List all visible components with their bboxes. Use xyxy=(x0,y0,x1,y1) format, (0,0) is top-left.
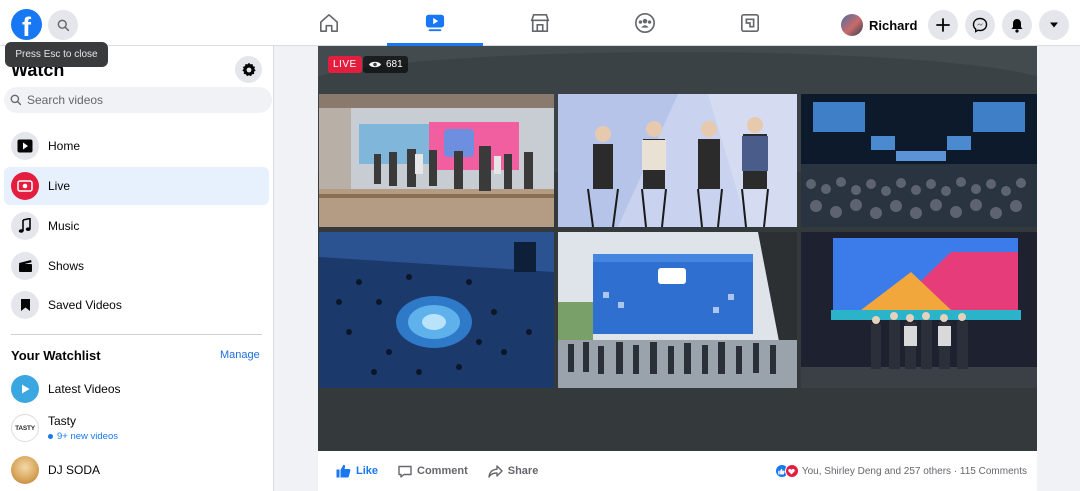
sidebar-item-label: Shows xyxy=(48,259,85,273)
plus-icon xyxy=(936,18,950,32)
new-videos-count-text: 9+ new videos xyxy=(57,431,118,442)
profile-name: Richard xyxy=(869,17,918,33)
nav-tab-home[interactable] xyxy=(281,0,377,46)
nav-tab-gaming[interactable] xyxy=(702,0,798,46)
watchlist-title: Your Watchlist xyxy=(11,348,101,363)
bookmark-icon xyxy=(11,291,39,319)
play-circle-icon xyxy=(11,375,39,403)
reaction-summary[interactable]: You, Shirley Deng and 257 others · 115 C… xyxy=(774,451,1027,491)
sidebar-item-label: Saved Videos xyxy=(48,298,122,312)
account-menu-button[interactable] xyxy=(1039,10,1069,40)
tasty-avatar: TASTY xyxy=(11,414,39,442)
dj-soda-avatar xyxy=(11,456,39,484)
watchlist-name: Latest Videos xyxy=(48,382,121,396)
facebook-logo[interactable]: f xyxy=(11,9,42,40)
like-button[interactable]: Like xyxy=(336,464,378,478)
video-tile-hackathon xyxy=(801,232,1037,388)
sidebar-item-label: Music xyxy=(48,219,80,233)
marketplace-icon xyxy=(530,14,550,32)
watch-settings-button[interactable] xyxy=(235,56,262,83)
watchlist-item-tasty[interactable]: TASTY Tasty 9+ new videos xyxy=(4,410,269,446)
post-action-bar: Like Comment Share You, Shirley Deng and… xyxy=(318,451,1037,491)
watch-video-icon xyxy=(425,14,445,31)
gear-icon xyxy=(241,62,256,76)
love-reaction-icon xyxy=(784,464,799,478)
clapperboard-icon xyxy=(11,252,39,280)
home-icon xyxy=(320,14,338,32)
share-label: Share xyxy=(507,465,539,477)
search-icon xyxy=(10,94,22,106)
watchlist-item-dj-soda[interactable]: DJ SODA xyxy=(4,452,269,488)
avatar xyxy=(841,14,863,36)
messenger-button[interactable] xyxy=(965,10,995,40)
nav-tab-watch[interactable] xyxy=(387,0,483,46)
comment-label: Comment xyxy=(417,465,468,477)
reaction-text: You, Shirley Deng and 257 others · 115 C… xyxy=(801,465,1027,477)
sidebar-item-label: Live xyxy=(48,179,71,193)
music-note-icon xyxy=(11,212,39,240)
manage-watchlist-link[interactable]: Manage xyxy=(220,349,260,361)
eye-icon xyxy=(369,61,381,68)
sidebar-item-music[interactable]: Music xyxy=(4,207,269,245)
create-button[interactable] xyxy=(928,10,958,40)
live-icon xyxy=(11,172,39,200)
viewer-count-badge: 681 xyxy=(363,56,408,73)
groups-icon xyxy=(635,13,655,33)
bell-icon xyxy=(1011,18,1023,33)
nav-tab-groups[interactable] xyxy=(597,0,693,46)
video-tile-keynote xyxy=(801,94,1037,227)
top-navigation-bar: f Richard xyxy=(0,0,1080,46)
watchlist-name: Tasty xyxy=(48,414,77,428)
play-icon xyxy=(11,132,39,160)
video-tile-venue xyxy=(558,232,797,388)
video-tile-lobby xyxy=(319,232,554,388)
gaming-icon xyxy=(741,14,759,32)
top-search-button[interactable] xyxy=(48,10,78,40)
sidebar-item-shows[interactable]: Shows xyxy=(4,247,269,285)
thumbs-up-icon xyxy=(336,464,351,478)
video-tile-panel xyxy=(558,94,797,227)
like-label: Like xyxy=(356,465,379,477)
live-video-post: LIVE 681 Like Comment Share You, Shirley… xyxy=(318,46,1037,491)
nav-tab-marketplace[interactable] xyxy=(492,0,588,46)
unread-dot xyxy=(48,433,53,439)
viewer-count: 681 xyxy=(386,59,403,70)
search-videos-input[interactable] xyxy=(27,93,247,107)
sidebar-item-live[interactable]: Live xyxy=(4,167,269,205)
share-button[interactable]: Share xyxy=(488,464,539,478)
messenger-icon xyxy=(972,17,988,33)
sidebar-item-home[interactable]: Home xyxy=(4,127,269,165)
sidebar-item-saved-videos[interactable]: Saved Videos xyxy=(4,286,269,324)
search-icon xyxy=(57,19,69,31)
profile-chip[interactable]: Richard xyxy=(841,10,917,40)
video-search-box[interactable] xyxy=(4,87,272,113)
watchlist-name: DJ SODA xyxy=(48,463,101,477)
live-badge: LIVE xyxy=(328,56,362,73)
tasty-avatar-text: TASTY xyxy=(15,424,35,432)
new-videos-count: 9+ new videos xyxy=(48,431,118,442)
caret-down-icon xyxy=(1050,22,1058,28)
notifications-button[interactable] xyxy=(1002,10,1032,40)
watchlist-item-latest-videos[interactable]: Latest Videos xyxy=(4,371,269,407)
comment-button[interactable]: Comment xyxy=(398,465,468,478)
sidebar-divider xyxy=(11,334,262,335)
share-icon xyxy=(488,464,503,478)
sidebar-item-label: Home xyxy=(48,139,81,153)
esc-tooltip: Press Esc to close xyxy=(5,42,108,67)
video-tile-booth xyxy=(319,94,554,227)
video-player[interactable]: LIVE 681 xyxy=(318,46,1037,451)
comment-icon xyxy=(398,465,412,478)
watch-sidebar: Watch Home Live Music Shows Saved Videos xyxy=(0,46,274,491)
facebook-logo-letter: f xyxy=(22,12,31,40)
